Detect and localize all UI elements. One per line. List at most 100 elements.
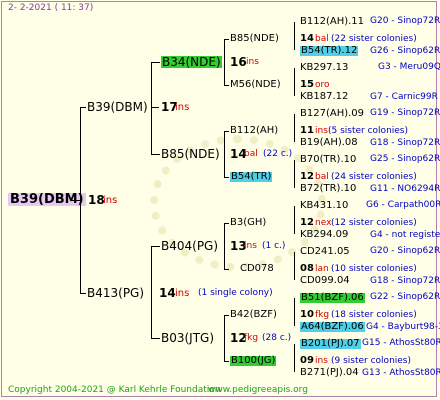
gen3-ins-count: 08 [300, 263, 314, 274]
gen4-node[interactable]: B271(PJ).04 [300, 368, 359, 378]
gen4-group: G20 - Sinop72R [370, 16, 440, 26]
gen1-ins-count: 14 [159, 286, 176, 300]
gen3-ins-count: 11 [300, 125, 314, 136]
connector [151, 246, 152, 338]
connector [294, 252, 295, 280]
connector [294, 206, 295, 234]
gen2-ins-label: bal [244, 149, 258, 159]
connector [294, 160, 295, 188]
gen3-ins-label: bal [315, 172, 329, 182]
connector [224, 131, 229, 132]
gen3-ins-count: 15 [300, 79, 314, 90]
connector [151, 62, 160, 63]
gen3-node[interactable]: B3(GH) [230, 218, 266, 228]
gen3-node[interactable]: B100(JG) [230, 356, 277, 366]
gen3-ins-note: (12 sister colonies) [331, 218, 417, 228]
gen2-note: (28 c.) [262, 333, 292, 343]
gen3-ins-count: 12 [300, 171, 314, 182]
gen4-group: G22 - Sinop62R [370, 292, 440, 302]
gen4-group: G3 - Meru09Q [378, 62, 440, 72]
gen4-node[interactable]: A64(BZF).06 [300, 322, 365, 332]
gen4-node[interactable]: CD099.04 [300, 276, 350, 286]
footer-copyright: Copyright 2004-2021 @ Karl Kehrle Founda… [8, 385, 221, 395]
gen2-node[interactable]: B03(JTG) [161, 332, 214, 344]
connector [294, 22, 295, 50]
gen4-group: G18 - Sinop72R [370, 276, 440, 286]
gen4-node[interactable]: B51(BZF).06 [300, 293, 365, 303]
gen4-node[interactable]: B72(TR).10 [300, 184, 356, 194]
footer-url[interactable]: www.pedigreeapis.org [208, 386, 308, 395]
date-stamp: 2- 2-2021 ( 11: 37) [8, 3, 94, 13]
connector [224, 361, 229, 362]
gen4-group: G15 - AthosSt80R [362, 338, 440, 348]
connector [294, 68, 295, 96]
gen3-ins-label: bal [315, 34, 329, 44]
gen3-node[interactable]: B85(NDE) [230, 34, 279, 44]
gen3-ins-label: ins [315, 356, 328, 366]
gen4-group: G13 - AthosSt80R [362, 368, 440, 378]
gen3-ins-note: (18 sister colonies) [331, 310, 417, 320]
gen4-node[interactable]: B127(AH).09 [300, 109, 364, 119]
gen4-group: G19 - Sinop72R [370, 108, 440, 118]
connector [294, 298, 295, 326]
gen3-node[interactable]: CD078 [240, 264, 274, 274]
gen3-node[interactable]: B42(BZF) [230, 310, 277, 320]
gen4-group: G26 - Sinop62R [370, 46, 440, 56]
connector [224, 223, 225, 269]
connector [224, 39, 225, 85]
gen4-node[interactable]: KB297.13 [300, 63, 348, 73]
gen3-node[interactable]: B54(TR) [230, 172, 273, 182]
gen1-note: (1 single colony) [198, 288, 273, 298]
gen2-ins-label: ins [244, 241, 257, 251]
connector [151, 62, 152, 154]
gen3-ins-label: oro [315, 80, 330, 90]
connector [151, 338, 160, 339]
gen3-ins-label: lan [315, 264, 329, 274]
connector [224, 315, 229, 316]
gen2-ins-label: ins [246, 57, 259, 67]
gen3-ins-label: ins [315, 126, 328, 136]
connector [224, 269, 229, 270]
gen1-ins-label: ins [175, 288, 190, 299]
connector [151, 107, 159, 108]
gen2-node[interactable]: B85(NDE) [161, 148, 220, 160]
connector [151, 154, 160, 155]
gen4-node[interactable]: KB294.09 [300, 230, 348, 240]
gen3-node[interactable]: B112(AH) [230, 126, 278, 136]
gen3-ins-count: 10 [300, 309, 314, 320]
root-ins-label: ins [103, 195, 118, 206]
connector [294, 344, 295, 372]
gen3-ins-note: (5 sister colonies) [328, 126, 409, 136]
gen4-node[interactable]: B19(AH).08 [300, 138, 358, 148]
connector [151, 246, 160, 247]
gen4-node[interactable]: KB431.10 [300, 201, 348, 211]
gen3-ins-note: (24 sister colonies) [331, 172, 417, 182]
gen3-ins-note: (9 sister colonies) [331, 356, 412, 366]
gen4-node[interactable]: CD241.05 [300, 247, 350, 257]
gen4-node[interactable]: KB187.12 [300, 92, 348, 102]
gen4-node[interactable]: B54(TR).12 [300, 46, 359, 56]
gen2-note: (22 c.) [263, 149, 293, 159]
gen4-group: G18 - Sinop72R [370, 138, 440, 148]
gen4-group: G6 - Carpath00R [366, 200, 440, 210]
connector [224, 131, 225, 177]
connector [80, 293, 86, 294]
gen2-node[interactable]: B34(NDE) [161, 56, 222, 68]
gen4-group: G4 - Bayburt98-3 [366, 322, 440, 332]
gen2-note: (1 c.) [262, 241, 286, 251]
gen1-node[interactable]: B413(PG) [87, 287, 144, 299]
gen2-node[interactable]: B404(PG) [161, 240, 218, 252]
gen1-node[interactable]: B39(DBM) [87, 101, 148, 113]
gen3-ins-note: (10 sister colonies) [331, 264, 417, 274]
connector [80, 107, 81, 293]
gen3-node[interactable]: M56(NDE) [230, 80, 281, 90]
gen3-ins-count: 09 [300, 355, 314, 366]
gen4-node[interactable]: B70(TR).10 [300, 155, 356, 165]
connector [224, 177, 229, 178]
gen4-node[interactable]: B112(AH).11 [300, 17, 364, 27]
gen4-node[interactable]: B201(PJ).07 [300, 339, 361, 349]
gen3-ins-count: 12 [300, 217, 314, 228]
gen4-group: G11 - NO6294R [370, 184, 440, 194]
gen4-group: G20 - Sinop62R [370, 246, 440, 256]
connector [80, 107, 86, 108]
